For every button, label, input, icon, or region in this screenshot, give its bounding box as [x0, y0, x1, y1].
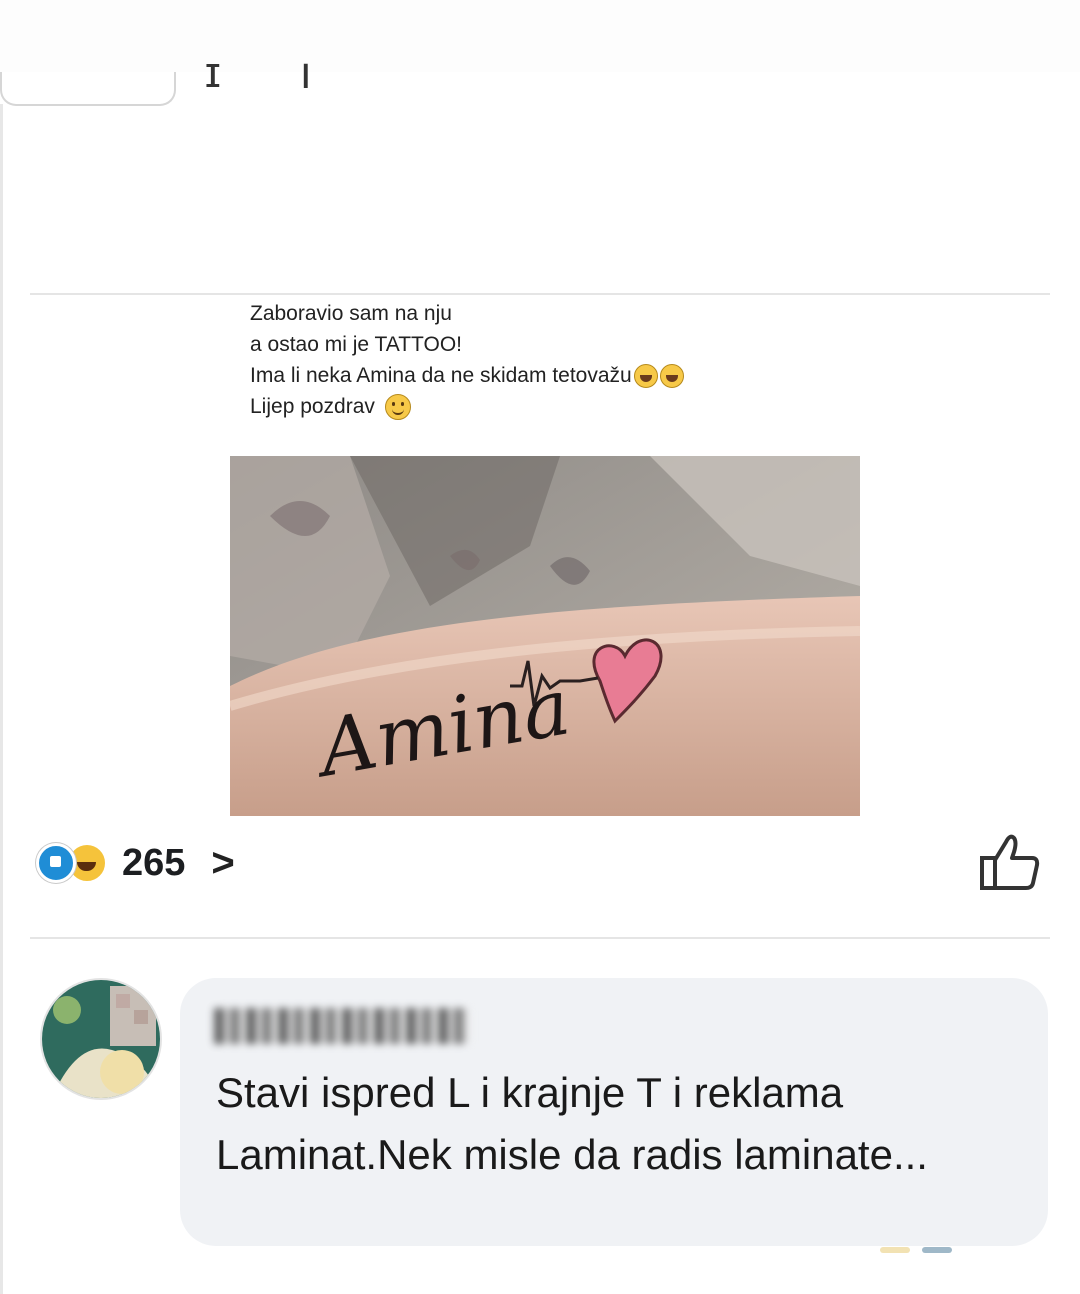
post-caption: Zaboravio sam na nju a ostao mi je TATTO… — [250, 298, 850, 422]
laughing-face-icon — [659, 363, 684, 388]
top-strip — [0, 0, 1080, 72]
comment-author[interactable] — [214, 1004, 470, 1044]
post-line-1: Zaboravio sam na nju — [250, 302, 452, 325]
post-line-2: a ostao mi je TATTOO! — [250, 333, 463, 356]
comment-text: Stavi ispred L i krajnje T i reklama Lam… — [216, 1069, 928, 1178]
tattoo-photo-illustration: Amina — [230, 456, 860, 816]
post-line-4: Lijep pozdrav — [250, 395, 375, 418]
avatar[interactable] — [40, 978, 162, 1100]
left-border — [0, 104, 3, 1294]
post-top-divider — [30, 293, 1050, 295]
post-photo[interactable]: Amina — [230, 456, 860, 816]
laughing-face-icon — [633, 363, 658, 388]
reaction-count: 265 — [122, 841, 186, 884]
cropped-text-fragment: ɪ ȷ ɡ — [205, 58, 345, 88]
avatar-image — [42, 980, 160, 1098]
like-button[interactable] — [978, 832, 1042, 899]
comments-divider — [30, 937, 1050, 939]
reactions-summary[interactable]: 265 > — [36, 838, 235, 888]
thumbs-up-icon — [980, 834, 1040, 890]
post-line-3: Ima li neka Amina da ne skidam tetovažu — [250, 364, 632, 387]
previous-comment-bubble-edge — [0, 72, 176, 106]
comment-bubble[interactable]: Stavi ispred L i krajnje T i reklama Lam… — [180, 978, 1048, 1246]
chevron-right-icon[interactable]: > — [211, 841, 234, 886]
comment-reactions-peek — [880, 1247, 952, 1253]
smiling-face-icon — [384, 393, 411, 420]
like-reaction-icon — [36, 843, 76, 883]
